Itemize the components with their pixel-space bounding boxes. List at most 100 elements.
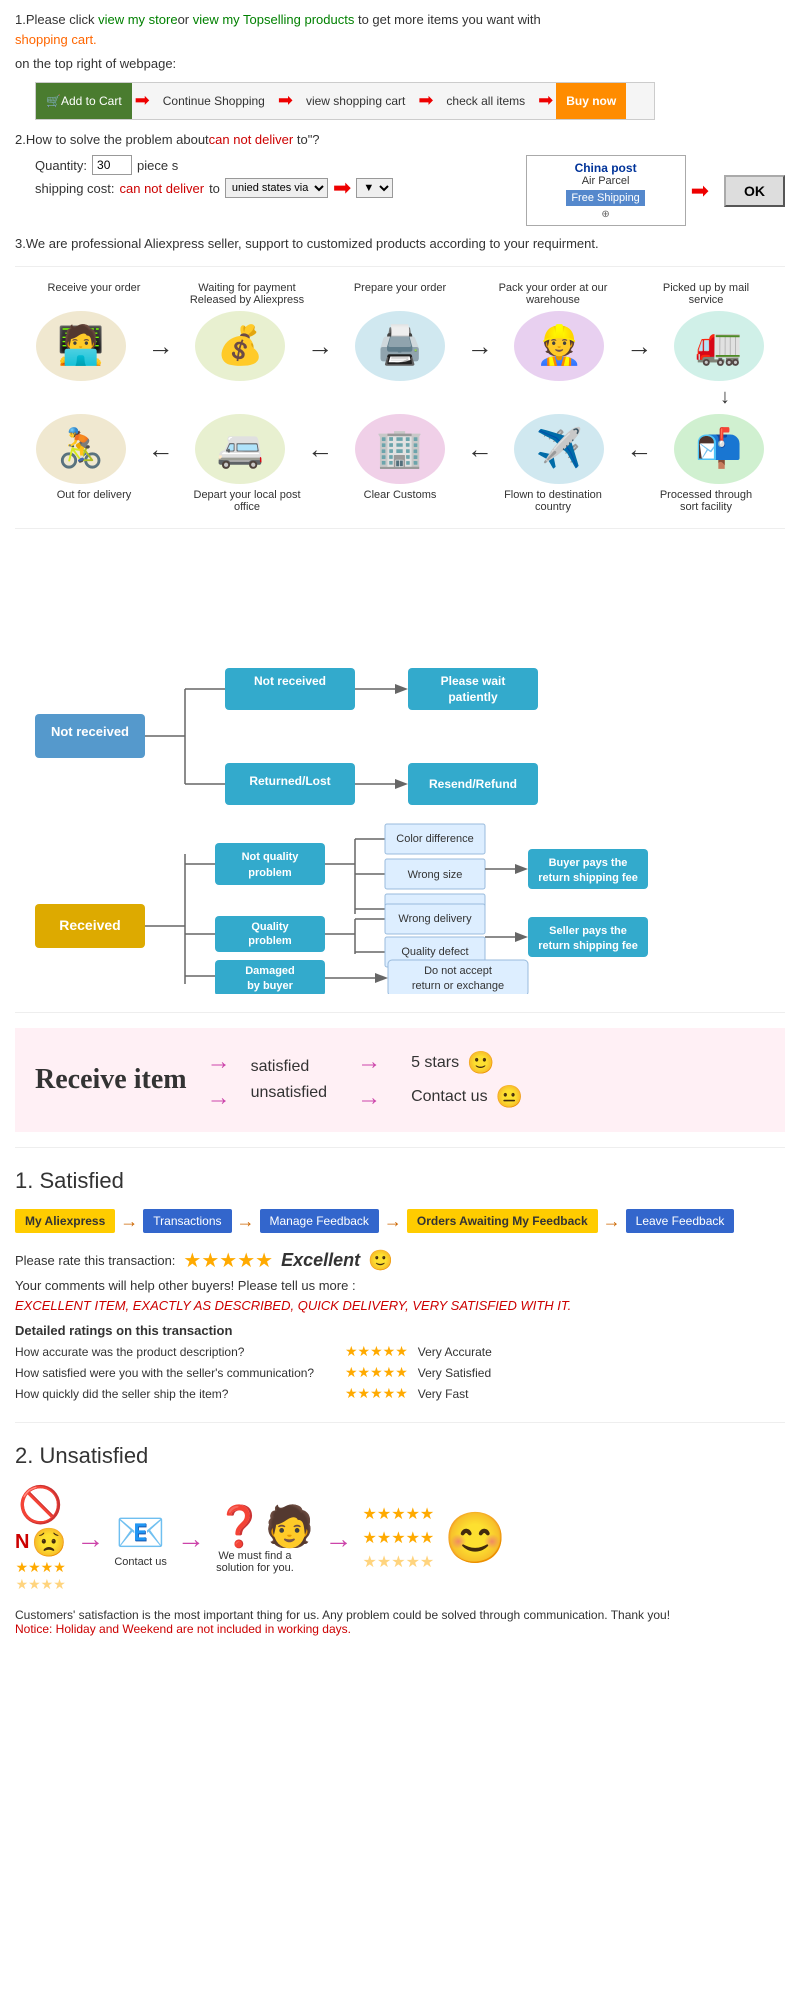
svg-text:Do not accept: Do not accept: [424, 965, 492, 977]
ok-button[interactable]: OK: [724, 175, 785, 207]
proc-arrow-2: →: [467, 331, 493, 362]
notice-section: Customers' satisfaction is the most impo…: [15, 1608, 785, 1636]
view-topselling-link[interactable]: view my Topselling products: [193, 12, 355, 27]
unsat-step-3: ★★★★★ ★★★★★ ★★★★★: [363, 1503, 435, 1575]
ship-to: to: [209, 181, 220, 196]
cart-step-add: 🛒 Add to Cart: [36, 83, 132, 119]
china-post-title: China post: [537, 161, 675, 175]
proc-arrow-rev-3: ←: [626, 434, 652, 465]
nav-arrow-0: →: [120, 1211, 138, 1232]
rating-row-1: How accurate was the product description…: [15, 1343, 785, 1360]
nav-step-leave[interactable]: Leave Feedback: [626, 1209, 735, 1233]
ship-method-select[interactable]: ▼: [356, 178, 393, 198]
s3-text: 3.We are professional Aliexpress seller,…: [15, 236, 785, 251]
cart-step-label: Continue Shopping: [163, 94, 265, 108]
proc-arrow-rev-1: ←: [307, 434, 333, 465]
china-arrow: ➡: [691, 178, 709, 204]
china-post-sub: Air Parcel: [537, 175, 675, 187]
steps-nav: My Aliexpress → Transactions → Manage Fe…: [15, 1209, 785, 1233]
example-comment: EXCELLENT ITEM, EXACTLY AS DESCRIBED, QU…: [15, 1298, 785, 1313]
satisfaction-banner: Receive item → → satisfied unsatisfied →…: [15, 1028, 785, 1132]
svg-text:Not quality: Not quality: [242, 851, 300, 863]
proc-arrow-rev-0: ←: [148, 434, 174, 465]
proc-icon-3: 👷: [514, 311, 604, 381]
proc-icon-9: 📬: [674, 414, 764, 484]
svg-text:patiently: patiently: [448, 690, 498, 704]
svg-text:Wrong size: Wrong size: [408, 869, 463, 881]
rating2-label: How satisfied were you with the seller's…: [15, 1366, 335, 1380]
section1-text: 1.Please click view my storeor view my T…: [15, 10, 785, 49]
free-shipping-badge: Free Shipping: [566, 190, 645, 206]
proc-label-3: Pack your order at our warehouse: [493, 282, 613, 306]
proc-label-1: Waiting for payment Released by Aliexpre…: [187, 282, 307, 306]
nav-step-myali[interactable]: My Aliexpress: [15, 1209, 115, 1233]
notice-text: Customers' satisfaction is the most impo…: [15, 1608, 785, 1622]
svg-text:problem: problem: [248, 867, 292, 879]
cart-icon: 🛒: [46, 94, 61, 108]
sat-arrow4: →: [357, 1084, 381, 1112]
nav-step-trans[interactable]: Transactions: [143, 1209, 231, 1233]
ship-via-select[interactable]: unied states via: [225, 178, 328, 198]
s1-on-top: on the top right of webpage:: [15, 54, 785, 74]
cart-step-buy[interactable]: Buy now: [556, 83, 626, 119]
rate-row: Please rate this transaction: ★★★★★ Exce…: [15, 1248, 785, 1273]
buy-now-label: Buy now: [566, 94, 616, 108]
s1-suffix: to get more items you want with: [354, 12, 540, 27]
notice-red-text: Notice: Holiday and Weekend are not incl…: [15, 1622, 785, 1636]
nav-arrow-3: →: [603, 1211, 621, 1232]
svg-text:Resend/Refund: Resend/Refund: [429, 777, 517, 791]
flowchart-container: Not received Not received Please wait pa…: [15, 544, 785, 997]
proc-label-9: Processed through sort facility: [651, 489, 761, 513]
satisfied-label: satisfied: [251, 1058, 328, 1076]
arrow4: ➡: [538, 90, 553, 111]
proc-label-2: Prepare your order: [345, 282, 455, 294]
qty-input[interactable]: [92, 155, 132, 175]
nav-arrow-2: →: [384, 1211, 402, 1232]
proc-label-0: Receive your order: [39, 282, 149, 294]
proc-arrow-0: →: [148, 331, 174, 362]
svg-text:by buyer: by buyer: [247, 980, 294, 992]
excellent-label: Excellent: [281, 1250, 360, 1271]
cart-bar: 🛒 Add to Cart ➡ Continue Shopping ➡ view…: [35, 82, 655, 120]
arrow1: ➡: [135, 90, 150, 111]
ratings-title: Detailed ratings on this transaction: [15, 1323, 785, 1338]
arrow3: ➡: [418, 90, 433, 111]
nav-step-orders[interactable]: Orders Awaiting My Feedback: [407, 1209, 598, 1233]
shopping-cart-text: shopping cart.: [15, 32, 97, 47]
svg-text:problem: problem: [248, 935, 292, 947]
section1: 1.Please click view my storeor view my T…: [15, 10, 785, 120]
proc-icon-6: 🚐: [195, 414, 285, 484]
svg-text:Quality defect: Quality defect: [401, 946, 468, 958]
svg-text:Please wait: Please wait: [441, 674, 506, 688]
nav-step-feedback[interactable]: Manage Feedback: [260, 1209, 379, 1233]
proc-down-arrow: ↓: [15, 386, 785, 409]
rate-label: Please rate this transaction:: [15, 1253, 175, 1268]
svg-text:Not received: Not received: [254, 674, 326, 688]
satisfied-title: 1. Satisfied: [15, 1168, 785, 1194]
sat-results: 5 stars 🙂 Contact us 😐: [411, 1050, 523, 1110]
proc-label-7: Clear Customs: [345, 489, 455, 501]
svg-text:Buyer pays the: Buyer pays the: [549, 857, 628, 869]
view-store-link[interactable]: view my store: [98, 12, 177, 27]
s1-prefix: 1.Please click: [15, 12, 98, 27]
cart-step-continue: Continue Shopping: [153, 83, 275, 119]
proc-icon-1: 💰: [195, 311, 285, 381]
sat-arrow1: →: [207, 1048, 231, 1076]
rate-stars: ★★★★★: [183, 1248, 273, 1273]
proc-icon-8: ✈️: [514, 414, 604, 484]
svg-text:Seller pays the: Seller pays the: [549, 925, 627, 937]
svg-text:Wrong delivery: Wrong delivery: [398, 913, 472, 925]
neutral-emoji: 😐: [496, 1084, 523, 1110]
svg-text:Damaged: Damaged: [245, 965, 295, 977]
satisfied-section: 1. Satisfied My Aliexpress → Transaction…: [15, 1168, 785, 1402]
rating3-label: How quickly did the seller ship the item…: [15, 1387, 335, 1401]
svg-text:Received: Received: [59, 917, 120, 933]
ship-red: can not deliver: [120, 181, 205, 196]
cart-step-label: Add to Cart: [61, 94, 122, 108]
sat-arrow3: →: [357, 1048, 381, 1076]
rating3-stars: ★★★★★: [345, 1385, 408, 1402]
rating2-stars: ★★★★★: [345, 1364, 408, 1381]
proc-icon-2: 🖨️: [355, 311, 445, 381]
unsat-step-1: 📧 Contact us: [114, 1509, 167, 1568]
unsat-step-2: ❓🧑 We must find a solution for you.: [215, 1503, 315, 1574]
